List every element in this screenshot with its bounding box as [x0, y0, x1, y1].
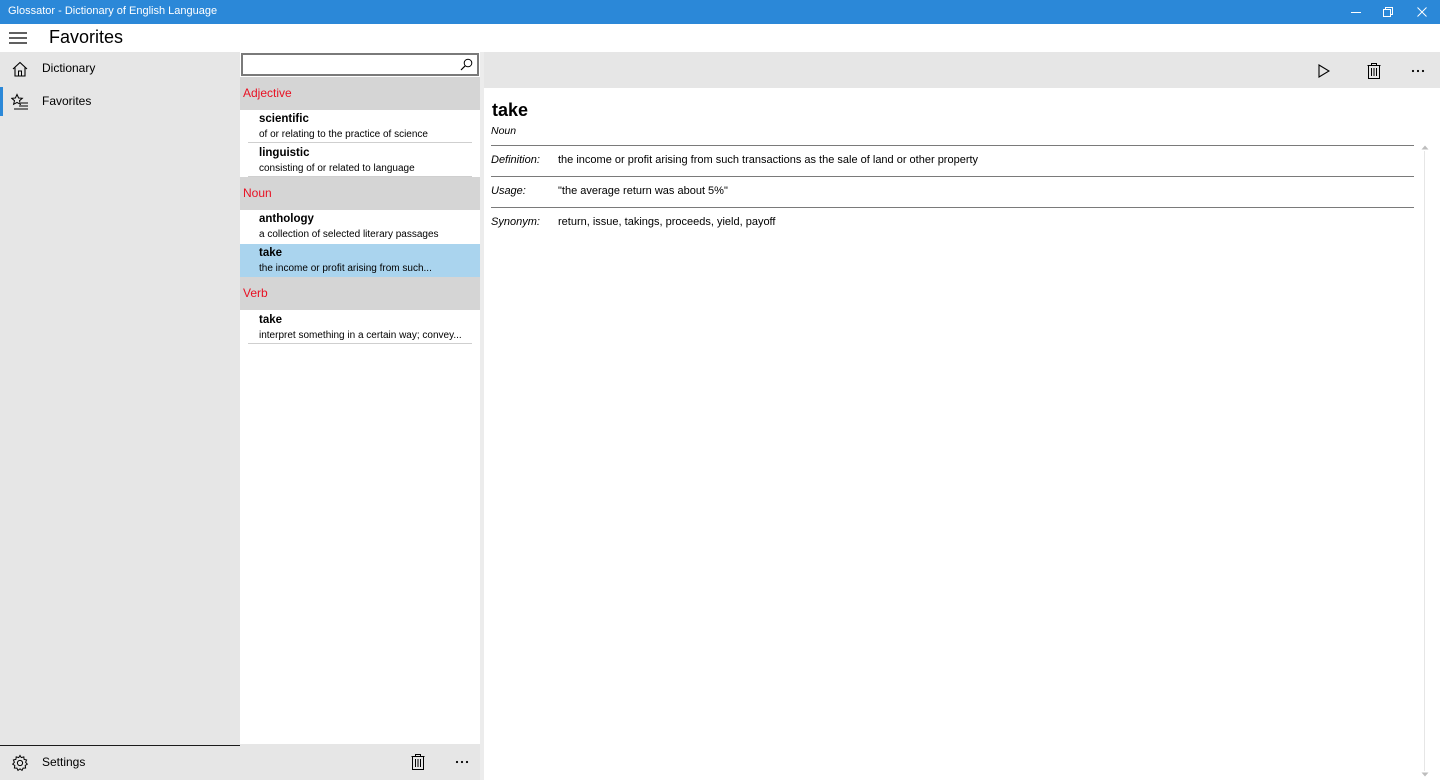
list-item-separator — [248, 343, 472, 344]
group-header-adjective[interactable]: Adjective — [240, 77, 480, 110]
list-item-gloss: consisting of or related to language — [259, 163, 415, 174]
search-icon[interactable] — [460, 58, 473, 71]
more-icon — [1411, 69, 1425, 73]
group-header-noun[interactable]: Noun — [240, 177, 480, 210]
list-item-word: linguistic — [259, 147, 310, 159]
row-key: Definition: — [491, 154, 540, 166]
nav-item-settings[interactable]: Settings — [0, 746, 240, 779]
row-key: Synonym: — [491, 216, 540, 228]
more-icon — [455, 760, 469, 764]
row-divider — [491, 145, 1414, 146]
row-divider — [491, 207, 1414, 208]
detail-scrollbar[interactable] — [1420, 145, 1430, 777]
list-item-gloss: of or relating to the practice of scienc… — [259, 129, 428, 140]
trash-icon — [411, 754, 425, 770]
gear-icon — [11, 754, 29, 772]
usage-row: Usage: "the average return was about 5%" — [491, 176, 1414, 207]
row-value: the income or profit arising from such t… — [558, 154, 979, 166]
group-header-verb[interactable]: Verb — [240, 277, 480, 310]
row-divider — [491, 176, 1414, 177]
list-item-word: take — [259, 247, 283, 259]
nav-item-dictionary[interactable]: Dictionary — [0, 52, 240, 85]
nav-item-favorites[interactable]: Favorites — [0, 85, 240, 118]
search-box[interactable] — [241, 53, 479, 76]
restore-icon — [1383, 7, 1393, 17]
favorites-list-pane: Adjective scientific of or relating to t… — [240, 52, 480, 780]
page-title: Favorites — [49, 27, 124, 47]
list-item[interactable]: anthology a collection of selected liter… — [240, 210, 480, 243]
list-item[interactable]: take interpret something in a certain wa… — [240, 311, 480, 344]
list-item-gloss: a collection of selected literary passag… — [259, 229, 439, 240]
list-item-selected[interactable]: take the income or profit arising from s… — [240, 244, 480, 277]
home-icon — [12, 61, 28, 77]
remove-favorite-button[interactable] — [1362, 59, 1386, 83]
row-key: Usage: — [491, 185, 526, 197]
headword: take — [492, 100, 529, 120]
scrollbar-track[interactable] — [1424, 151, 1425, 771]
list-item-gloss: the income or profit arising from such..… — [259, 263, 432, 274]
nav-item-label: Dictionary — [42, 61, 96, 75]
list-item[interactable]: linguistic consisting of or related to l… — [240, 144, 480, 177]
detail-command-bar — [484, 52, 1440, 88]
detail-more-options-button[interactable] — [1406, 59, 1430, 83]
minimize-button[interactable] — [1339, 0, 1373, 24]
play-icon — [1318, 64, 1330, 78]
search-input[interactable] — [247, 57, 447, 72]
row-value: "the average return was about 5%" — [558, 185, 728, 197]
window-title: Glossator - Dictionary of English Langua… — [8, 5, 218, 17]
scroll-up-icon[interactable] — [1421, 145, 1429, 150]
row-value: return, issue, takings, proceeds, yield,… — [558, 216, 776, 228]
more-options-button[interactable] — [450, 750, 474, 774]
title-bar[interactable]: Glossator - Dictionary of English Langua… — [0, 0, 1440, 24]
navigation-pane: Dictionary Favorites Settings — [0, 52, 240, 780]
list-command-bar — [240, 744, 480, 780]
favorites-icon — [11, 93, 28, 110]
list-item-separator — [248, 142, 472, 143]
close-button[interactable] — [1405, 0, 1439, 24]
list-item-word: scientific — [259, 113, 309, 125]
pronounce-button[interactable] — [1312, 59, 1336, 83]
list-item-gloss: interpret something in a certain way; co… — [259, 330, 462, 341]
hamburger-button[interactable] — [0, 24, 36, 52]
minimize-icon — [1351, 12, 1361, 13]
nav-item-label: Favorites — [42, 94, 92, 108]
scroll-down-icon[interactable] — [1421, 772, 1429, 777]
selection-indicator — [0, 87, 3, 116]
list-item-word: take — [259, 314, 283, 326]
restore-button[interactable] — [1371, 0, 1405, 24]
nav-item-label: Settings — [42, 755, 86, 769]
definition-row: Definition: the income or profit arising… — [491, 145, 1414, 176]
list-item[interactable]: scientific of or relating to the practic… — [240, 110, 480, 143]
list-item-word: anthology — [259, 213, 314, 225]
close-icon — [1417, 7, 1427, 17]
part-of-speech: Noun — [491, 125, 517, 137]
trash-icon — [1367, 63, 1381, 79]
delete-all-button[interactable] — [406, 750, 430, 774]
hamburger-icon — [9, 32, 27, 44]
synonym-row: Synonym: return, issue, takings, proceed… — [491, 207, 1414, 238]
word-detail-pane: take Noun Definition: the income or prof… — [484, 52, 1440, 780]
